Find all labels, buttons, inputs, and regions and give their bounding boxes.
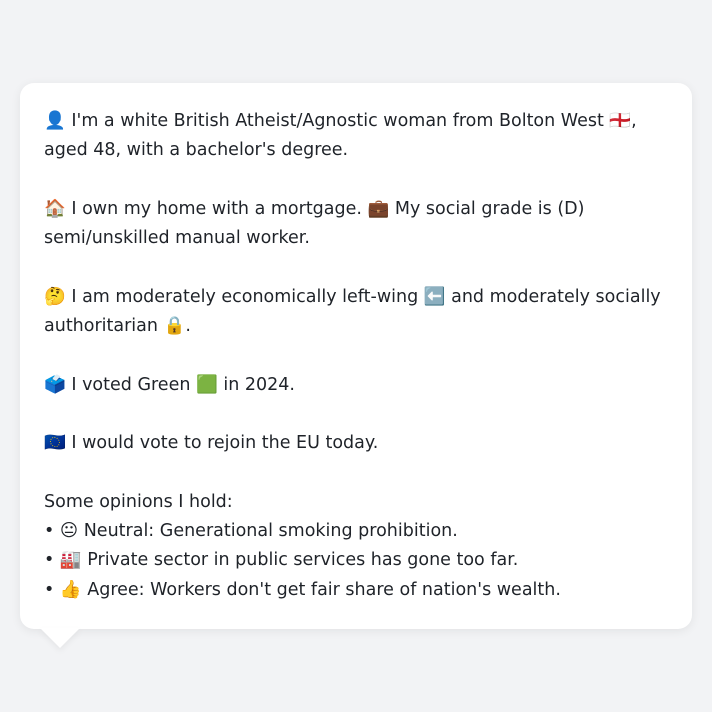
- speech-bubble-tail: [40, 628, 80, 648]
- opinion-item: • 🏭 Private sector in public services ha…: [44, 546, 668, 575]
- bullet: •: [44, 521, 55, 542]
- vote-2024-text: 🗳️ I voted Green 🟩 in 2024.: [44, 374, 295, 395]
- persona-message-bubble: 👤 I'm a white British Atheist/Agnostic w…: [20, 83, 692, 629]
- housing-grade-text: 🏠 I own my home with a mortgage. 💼 My so…: [44, 198, 585, 249]
- opinion-text: 🏭 Private sector in public services has …: [59, 550, 519, 571]
- opinion-item: • 👍 Agree: Workers don't get fair share …: [44, 576, 668, 605]
- opinions-heading: Some opinions I hold:: [44, 491, 233, 512]
- political-position-text: 🤔 I am moderately economically left-wing…: [44, 286, 661, 337]
- opinions-list: • 😐 Neutral: Generational smoking prohib…: [44, 517, 668, 605]
- bullet: •: [44, 579, 55, 600]
- identity-text: 👤 I'm a white British Atheist/Agnostic w…: [44, 111, 637, 161]
- bullet: •: [44, 550, 55, 571]
- opinion-text: 👍 Agree: Workers don't get fair share of…: [59, 579, 561, 600]
- opinion-item: • 😐 Neutral: Generational smoking prohib…: [44, 517, 668, 546]
- eu-stance-text: 🇪🇺 I would vote to rejoin the EU today.: [44, 433, 379, 454]
- opinion-text: 😐 Neutral: Generational smoking prohibit…: [59, 521, 458, 542]
